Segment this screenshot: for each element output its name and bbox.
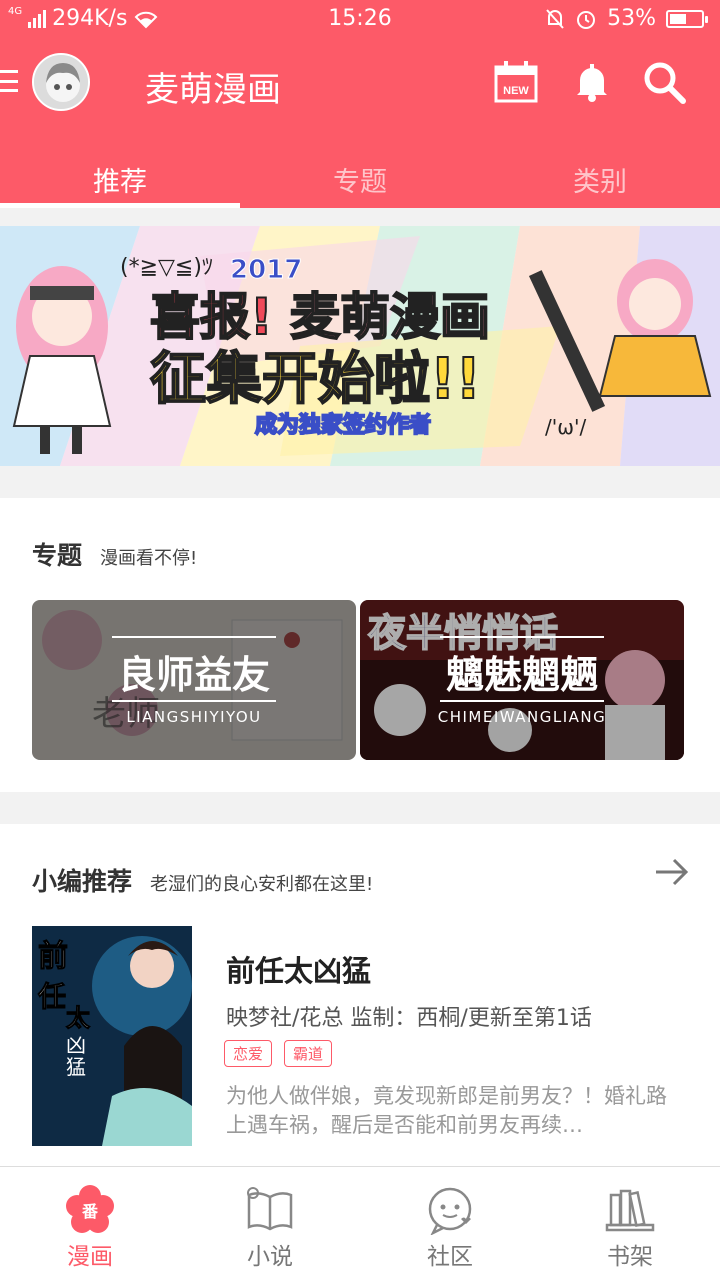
tab-topics[interactable]: 专题: [240, 150, 480, 208]
book-icon: [247, 1187, 293, 1231]
promo-banner[interactable]: (*≧▽≦)ﾂ 2017 喜报! 麦萌漫画 征集开始啦!! 成为独家签约作者 /…: [0, 226, 720, 466]
section-subtitle: 老湿们的良心安利都在这里!: [150, 874, 374, 895]
section-title: 小编推荐: [32, 867, 133, 896]
comic-title[interactable]: 前任太凶猛: [226, 948, 371, 990]
editor-recommend-section: 小编推荐 老湿们的良心安利都在这里! 前 任 太 凶 猛 前任太凶猛 映梦社/花…: [0, 824, 720, 1166]
svg-text:猛: 猛: [66, 1055, 86, 1079]
svg-text:/'ω'/: /'ω'/: [545, 415, 586, 439]
svg-text:前: 前: [38, 939, 68, 974]
bookshelf-icon: [605, 1189, 655, 1232]
comic-description: 为他人做伴娘，竟发现新郎是前男友？！婚礼路上遇车祸，醒后是否能和前男友再续…: [226, 1084, 667, 1137]
nav-community[interactable]: 社区: [360, 1167, 540, 1280]
notification-bell-icon[interactable]: [568, 58, 616, 106]
nav-label: 书架: [607, 1244, 653, 1270]
nav-label: 社区: [427, 1244, 473, 1270]
nav-bookshelf[interactable]: 书架: [540, 1167, 720, 1280]
app-bar: 麦萌漫画 NEW 推荐 专题 类别: [0, 38, 720, 208]
section-subtitle: 漫画看不停!: [100, 548, 198, 569]
comic-meta: 映梦社/花总 监制：西桐/更新至第1话: [226, 1006, 592, 1031]
nav-novels[interactable]: 小说: [180, 1167, 360, 1280]
section-title: 专题: [32, 541, 83, 570]
menu-icon[interactable]: [0, 70, 18, 92]
battery-percent: 53%: [607, 6, 656, 31]
topic-pinyin: LIANGSHIYIYOU: [126, 708, 262, 726]
svg-text:NEW: NEW: [503, 85, 529, 97]
status-bar: 4G 294K/s 15:26 53%: [0, 0, 720, 38]
app-title: 麦萌漫画: [145, 70, 281, 110]
svg-text:喜报!: 喜报!: [150, 288, 273, 346]
topics-section: 专题 漫画看不停! 老师 良师益友 LIANGSHIYIYOU 夜半悄悄话: [0, 498, 720, 792]
alarm-icon: [577, 10, 596, 29]
arrow-right-icon[interactable]: [654, 854, 690, 890]
tab-bar: 推荐 专题 类别: [0, 150, 720, 208]
tab-recommend[interactable]: 推荐: [0, 150, 240, 208]
svg-text:2017: 2017: [230, 255, 302, 285]
nav-comics[interactable]: 番 漫画: [0, 1167, 180, 1280]
svg-text:任: 任: [37, 980, 66, 1013]
svg-text:(*≧▽≦)ﾂ: (*≧▽≦)ﾂ: [120, 255, 213, 280]
svg-text:成为独家签约作者: 成为独家签约作者: [255, 412, 431, 438]
topic-card-chimeiwangliang[interactable]: 夜半悄悄话 魑魅魍魉 CHIMEIWANGLIANG: [360, 600, 684, 760]
svg-text:麦萌漫画: 麦萌漫画: [290, 288, 490, 346]
svg-text:番: 番: [81, 1202, 99, 1221]
nav-label: 小说: [247, 1244, 293, 1270]
comic-cover[interactable]: 前 任 太 凶 猛: [32, 926, 192, 1146]
topic-pinyin: CHIMEIWANGLIANG: [437, 708, 607, 726]
tab-categories[interactable]: 类别: [480, 150, 720, 208]
tag-domineering[interactable]: 霸道: [284, 1040, 333, 1067]
avatar[interactable]: [32, 53, 90, 111]
tag-list: 恋爱 霸道: [224, 1040, 333, 1067]
battery-icon: [666, 9, 708, 28]
tag-romance[interactable]: 恋爱: [224, 1040, 273, 1067]
clock: 15:26: [328, 6, 392, 31]
nav-label: 漫画: [67, 1244, 113, 1270]
bottom-nav: 番 漫画 小说 社区 书架: [0, 1166, 720, 1280]
chat-face-icon: [428, 1187, 472, 1235]
topic-card-liangshiyiyou[interactable]: 老师 良师益友 LIANGSHIYIYOU: [32, 600, 356, 760]
calendar-new-icon[interactable]: NEW: [492, 58, 540, 106]
search-icon[interactable]: [640, 58, 688, 106]
svg-text:太: 太: [66, 1003, 91, 1032]
mute-bell-icon: [546, 8, 564, 29]
topic-name: 魑魅魍魉: [445, 653, 598, 697]
svg-text:凶: 凶: [66, 1033, 86, 1057]
flower-icon: 番: [66, 1185, 114, 1233]
svg-text:征集开始啦!!: 征集开始啦!!: [150, 347, 481, 412]
topic-name: 良师益友: [117, 653, 270, 697]
